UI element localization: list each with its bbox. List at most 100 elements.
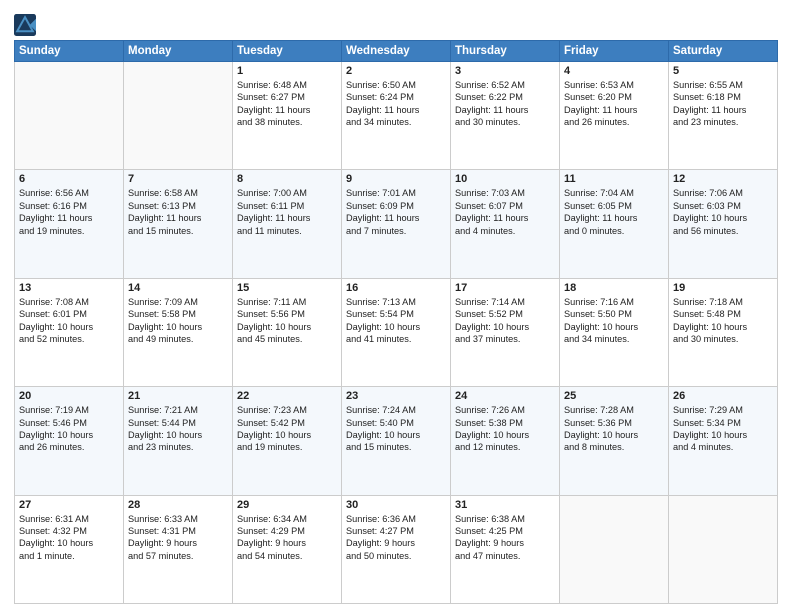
day-number: 13 xyxy=(19,282,119,294)
day-number: 31 xyxy=(455,499,555,511)
cell-line: and 50 minutes. xyxy=(346,550,446,562)
cell-line: Sunrise: 7:21 AM xyxy=(128,404,228,416)
calendar-cell: 11Sunrise: 7:04 AMSunset: 6:05 PMDayligh… xyxy=(560,170,669,278)
cell-line: and 19 minutes. xyxy=(237,441,337,453)
cell-line: Sunset: 5:56 PM xyxy=(237,308,337,320)
calendar-cell xyxy=(560,495,669,603)
cell-line: and 0 minutes. xyxy=(564,225,664,237)
cell-line: Sunrise: 7:23 AM xyxy=(237,404,337,416)
day-number: 20 xyxy=(19,390,119,402)
cell-line: Daylight: 11 hours xyxy=(19,212,119,224)
cell-line: Sunrise: 7:01 AM xyxy=(346,187,446,199)
calendar-cell: 21Sunrise: 7:21 AMSunset: 5:44 PMDayligh… xyxy=(124,387,233,495)
cell-line: and 54 minutes. xyxy=(237,550,337,562)
day-number: 30 xyxy=(346,499,446,511)
calendar-cell: 6Sunrise: 6:56 AMSunset: 6:16 PMDaylight… xyxy=(15,170,124,278)
cell-line: Sunset: 6:18 PM xyxy=(673,91,773,103)
cell-line: and 30 minutes. xyxy=(673,333,773,345)
cell-line: Sunset: 5:54 PM xyxy=(346,308,446,320)
cell-line: Daylight: 11 hours xyxy=(237,212,337,224)
cell-line: and 26 minutes. xyxy=(564,116,664,128)
calendar-cell: 27Sunrise: 6:31 AMSunset: 4:32 PMDayligh… xyxy=(15,495,124,603)
calendar-cell: 9Sunrise: 7:01 AMSunset: 6:09 PMDaylight… xyxy=(342,170,451,278)
cell-line: Sunrise: 6:58 AM xyxy=(128,187,228,199)
day-number: 29 xyxy=(237,499,337,511)
calendar-week-row: 13Sunrise: 7:08 AMSunset: 6:01 PMDayligh… xyxy=(15,278,778,386)
calendar-cell xyxy=(669,495,778,603)
calendar-cell: 24Sunrise: 7:26 AMSunset: 5:38 PMDayligh… xyxy=(451,387,560,495)
cell-line: Daylight: 11 hours xyxy=(673,104,773,116)
cell-line: Daylight: 10 hours xyxy=(19,321,119,333)
day-number: 12 xyxy=(673,173,773,185)
cell-line: Daylight: 9 hours xyxy=(455,537,555,549)
calendar-cell xyxy=(124,62,233,170)
cell-line: Sunrise: 6:52 AM xyxy=(455,79,555,91)
day-number: 3 xyxy=(455,65,555,77)
calendar-cell: 20Sunrise: 7:19 AMSunset: 5:46 PMDayligh… xyxy=(15,387,124,495)
cell-line: Daylight: 10 hours xyxy=(128,321,228,333)
day-number: 18 xyxy=(564,282,664,294)
cell-line: Daylight: 10 hours xyxy=(455,321,555,333)
calendar-cell: 1 Sunrise: 6:48 AMSunset: 6:27 PMDaylight… xyxy=(233,62,342,170)
cell-line: Daylight: 9 hours xyxy=(346,537,446,549)
cell-line: and 4 minutes. xyxy=(455,225,555,237)
cell-line: and 57 minutes. xyxy=(128,550,228,562)
cell-line: Sunset: 6:07 PM xyxy=(455,200,555,212)
cell-line: and 11 minutes. xyxy=(237,225,337,237)
cell-line: and 12 minutes. xyxy=(455,441,555,453)
cell-line: Daylight: 10 hours xyxy=(19,429,119,441)
weekday-header-tuesday: Tuesday xyxy=(233,41,342,62)
cell-line: and 26 minutes. xyxy=(19,441,119,453)
cell-line: Sunrise: 7:08 AM xyxy=(19,296,119,308)
day-number: 15 xyxy=(237,282,337,294)
calendar-week-row: 27Sunrise: 6:31 AMSunset: 4:32 PMDayligh… xyxy=(15,495,778,603)
cell-line: Daylight: 10 hours xyxy=(564,429,664,441)
day-number: 5 xyxy=(673,65,773,77)
cell-line: Daylight: 10 hours xyxy=(346,429,446,441)
cell-line: Sunrise: 7:09 AM xyxy=(128,296,228,308)
cell-line: Sunset: 6:16 PM xyxy=(19,200,119,212)
cell-line: Sunset: 6:20 PM xyxy=(564,91,664,103)
cell-line: Daylight: 10 hours xyxy=(455,429,555,441)
cell-line: and 41 minutes. xyxy=(346,333,446,345)
cell-line: Sunrise: 6:48 AM xyxy=(237,79,337,91)
cell-line: Sunset: 6:11 PM xyxy=(237,200,337,212)
cell-line: Daylight: 10 hours xyxy=(346,321,446,333)
cell-line: Sunset: 4:32 PM xyxy=(19,525,119,537)
weekday-header-monday: Monday xyxy=(124,41,233,62)
cell-line: Sunrise: 7:16 AM xyxy=(564,296,664,308)
calendar-table: SundayMondayTuesdayWednesdayThursdayFrid… xyxy=(14,40,778,604)
cell-line: and 45 minutes. xyxy=(237,333,337,345)
cell-line: Sunset: 5:36 PM xyxy=(564,417,664,429)
cell-line: Daylight: 10 hours xyxy=(128,429,228,441)
cell-line: and 1 minute. xyxy=(19,550,119,562)
cell-line: Sunset: 6:13 PM xyxy=(128,200,228,212)
cell-line: Sunrise: 7:29 AM xyxy=(673,404,773,416)
calendar-cell: 25Sunrise: 7:28 AMSunset: 5:36 PMDayligh… xyxy=(560,387,669,495)
calendar-cell: 26Sunrise: 7:29 AMSunset: 5:34 PMDayligh… xyxy=(669,387,778,495)
cell-line: Sunset: 5:44 PM xyxy=(128,417,228,429)
cell-line: Sunrise: 7:11 AM xyxy=(237,296,337,308)
day-number: 22 xyxy=(237,390,337,402)
calendar-cell: 10Sunrise: 7:03 AMSunset: 6:07 PMDayligh… xyxy=(451,170,560,278)
day-number: 2 xyxy=(346,65,446,77)
page: SundayMondayTuesdayWednesdayThursdayFrid… xyxy=(0,0,792,612)
calendar-cell: 31Sunrise: 6:38 AMSunset: 4:25 PMDayligh… xyxy=(451,495,560,603)
cell-line: Sunrise: 6:50 AM xyxy=(346,79,446,91)
cell-line: Daylight: 11 hours xyxy=(237,104,337,116)
cell-line: Sunrise: 7:06 AM xyxy=(673,187,773,199)
cell-line: Daylight: 10 hours xyxy=(19,537,119,549)
calendar-cell: 2Sunrise: 6:50 AMSunset: 6:24 PMDaylight… xyxy=(342,62,451,170)
cell-line: Sunset: 5:46 PM xyxy=(19,417,119,429)
cell-line: Sunrise: 7:14 AM xyxy=(455,296,555,308)
calendar-cell: 4Sunrise: 6:53 AMSunset: 6:20 PMDaylight… xyxy=(560,62,669,170)
day-number: 16 xyxy=(346,282,446,294)
cell-line: Sunrise: 6:31 AM xyxy=(19,513,119,525)
cell-line: Sunset: 6:27 PM xyxy=(237,91,337,103)
cell-line: Daylight: 10 hours xyxy=(673,212,773,224)
day-number: 1 xyxy=(237,65,337,77)
calendar-cell: 29Sunrise: 6:34 AMSunset: 4:29 PMDayligh… xyxy=(233,495,342,603)
calendar-week-row: 20Sunrise: 7:19 AMSunset: 5:46 PMDayligh… xyxy=(15,387,778,495)
calendar-cell: 14Sunrise: 7:09 AMSunset: 5:58 PMDayligh… xyxy=(124,278,233,386)
cell-line: and 23 minutes. xyxy=(128,441,228,453)
